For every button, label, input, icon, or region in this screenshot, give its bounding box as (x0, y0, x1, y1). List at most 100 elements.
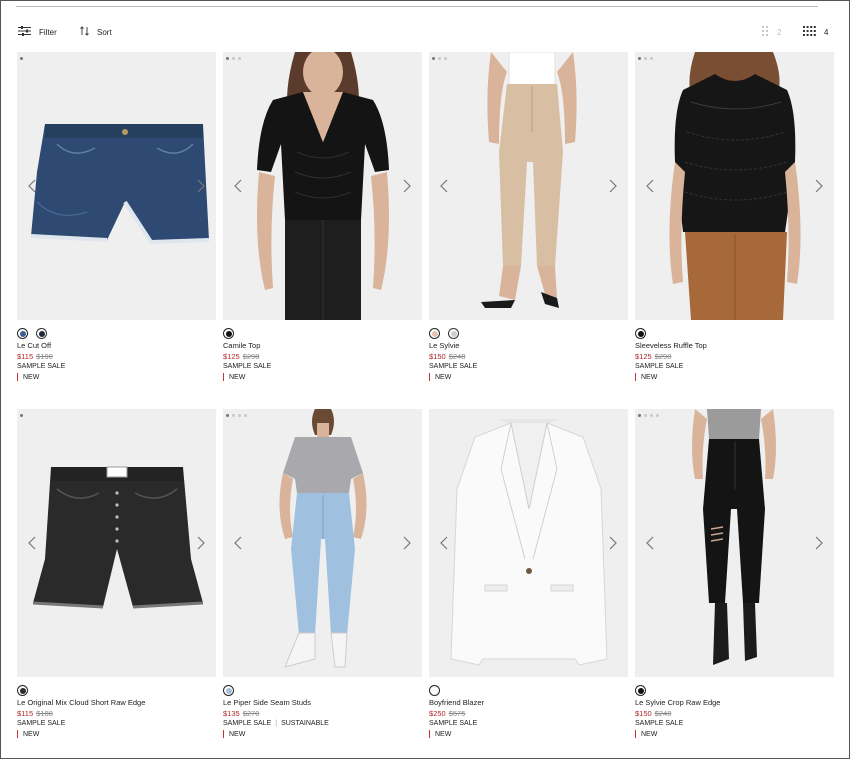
product-name[interactable]: Le Sylvie Crop Raw Edge (635, 698, 720, 707)
chevron-left-icon[interactable] (645, 535, 655, 551)
product-image[interactable] (429, 52, 628, 320)
chevron-right-icon[interactable] (814, 178, 824, 194)
product-card[interactable]: Camile Top $125 $298 SAMPLE SALE NEW (223, 52, 422, 386)
product-tags: SAMPLE SALE (429, 363, 477, 370)
carousel-dots (638, 57, 653, 60)
product-name[interactable]: Le Original Mix Cloud Short Raw Edge (17, 698, 145, 707)
carousel-dot[interactable] (226, 414, 229, 417)
color-swatch[interactable] (223, 328, 234, 339)
product-tags: SAMPLE SALE (17, 720, 65, 727)
chevron-left-icon[interactable] (27, 535, 37, 551)
product-price: $125 $298 (223, 352, 259, 361)
carousel-dot[interactable] (638, 414, 641, 417)
carousel-dot[interactable] (226, 57, 229, 60)
chevron-right-icon[interactable] (608, 535, 618, 551)
carousel-dot[interactable] (20, 414, 23, 417)
carousel-dot[interactable] (444, 57, 447, 60)
product-image[interactable] (429, 409, 628, 677)
product-tag: SAMPLE SALE (429, 363, 478, 370)
product-image[interactable] (223, 409, 422, 677)
product-card[interactable]: Le Sylvie $150 $248 SAMPLE SALE NEW (429, 52, 628, 386)
carousel-dots (20, 57, 23, 60)
product-price: $125 $298 (635, 352, 671, 361)
product-price: $115 $188 (17, 709, 53, 718)
grid-2-label: 2 (777, 27, 782, 37)
chevron-left-icon[interactable] (233, 178, 243, 194)
carousel-dot[interactable] (238, 57, 241, 60)
color-swatch[interactable] (223, 685, 234, 696)
carousel-dot[interactable] (650, 414, 653, 417)
product-price: $135 $270 (223, 709, 259, 718)
chevron-right-icon[interactable] (196, 535, 206, 551)
product-name[interactable]: Le Sylvie (429, 341, 459, 350)
color-swatch[interactable] (448, 328, 459, 339)
color-swatches (635, 685, 646, 696)
sale-price: $115 (17, 709, 34, 718)
grid-4-button[interactable]: 4 (803, 26, 828, 38)
carousel-dot[interactable] (232, 57, 235, 60)
carousel-dot[interactable] (438, 57, 441, 60)
product-card[interactable]: Le Sylvie Crop Raw Edge $150 $248 SAMPLE SA… (635, 409, 834, 743)
badge-marker (223, 373, 224, 381)
original-price: $575 (448, 709, 466, 718)
carousel-dots (226, 414, 247, 417)
carousel-dot[interactable] (432, 57, 435, 60)
sort-button[interactable]: Sort (80, 26, 112, 38)
color-swatch[interactable] (635, 328, 646, 339)
chevron-left-icon[interactable] (645, 178, 655, 194)
badge-marker (635, 373, 636, 381)
badge-label: NEW (435, 373, 452, 381)
product-card[interactable]: Le Piper Side Seam Studs $135 $270 SAMPLE S… (223, 409, 422, 743)
chevron-right-icon[interactable] (608, 178, 618, 194)
chevron-left-icon[interactable] (233, 535, 243, 551)
chevron-left-icon[interactable] (27, 178, 37, 194)
carousel-dot[interactable] (238, 414, 241, 417)
carousel-dot[interactable] (656, 414, 659, 417)
carousel-dot[interactable] (638, 57, 641, 60)
product-image[interactable] (17, 409, 216, 677)
product-tags: SAMPLE SALE (429, 720, 477, 727)
carousel-dot[interactable] (650, 57, 653, 60)
product-image[interactable] (635, 409, 834, 677)
new-badge: NEW (429, 373, 451, 381)
product-tags: SAMPLE SALE (17, 363, 65, 370)
chevron-right-icon[interactable] (196, 178, 206, 194)
color-swatch[interactable] (429, 328, 440, 339)
color-swatches (17, 685, 28, 696)
filter-button[interactable]: Filter (18, 26, 57, 38)
carousel-dot[interactable] (20, 57, 23, 60)
color-swatches (635, 328, 646, 339)
carousel-dot[interactable] (644, 57, 647, 60)
product-card[interactable]: Le Cut Off $115 $190 SAMPLE SALE NEW (17, 52, 216, 386)
color-swatch[interactable] (429, 685, 440, 696)
chevron-right-icon[interactable] (402, 535, 412, 551)
carousel-dot[interactable] (232, 414, 235, 417)
grid-2-button[interactable]: 2 (762, 26, 781, 38)
chevron-left-icon[interactable] (439, 535, 449, 551)
product-name[interactable]: Boyfriend Blazer (429, 698, 484, 707)
color-swatch[interactable] (635, 685, 646, 696)
product-tags: SAMPLE SALE (223, 363, 271, 370)
color-swatch[interactable] (36, 328, 47, 339)
product-card[interactable]: Sleeveless Ruffle Top $125 $298 SAMPLE SALE… (635, 52, 834, 386)
product-image[interactable] (223, 52, 422, 320)
product-card[interactable]: Le Original Mix Cloud Short Raw Edge $115… (17, 409, 216, 743)
color-swatches (429, 685, 440, 696)
product-card[interactable]: Boyfriend Blazer $250 $575 SAMPLE SALE NEW (429, 409, 628, 743)
color-swatch[interactable] (17, 328, 28, 339)
chevron-right-icon[interactable] (814, 535, 824, 551)
badge-marker (17, 730, 18, 738)
filter-icon (18, 26, 31, 38)
product-name[interactable]: Camile Top (223, 341, 260, 350)
product-name[interactable]: Sleeveless Ruffle Top (635, 341, 707, 350)
chevron-right-icon[interactable] (402, 178, 412, 194)
product-name[interactable]: Le Piper Side Seam Studs (223, 698, 311, 707)
carousel-dot[interactable] (644, 414, 647, 417)
product-image[interactable] (635, 52, 834, 320)
product-price: $115 $190 (17, 352, 53, 361)
product-image[interactable] (17, 52, 216, 320)
product-name[interactable]: Le Cut Off (17, 341, 51, 350)
chevron-left-icon[interactable] (439, 178, 449, 194)
color-swatch[interactable] (17, 685, 28, 696)
carousel-dot[interactable] (244, 414, 247, 417)
